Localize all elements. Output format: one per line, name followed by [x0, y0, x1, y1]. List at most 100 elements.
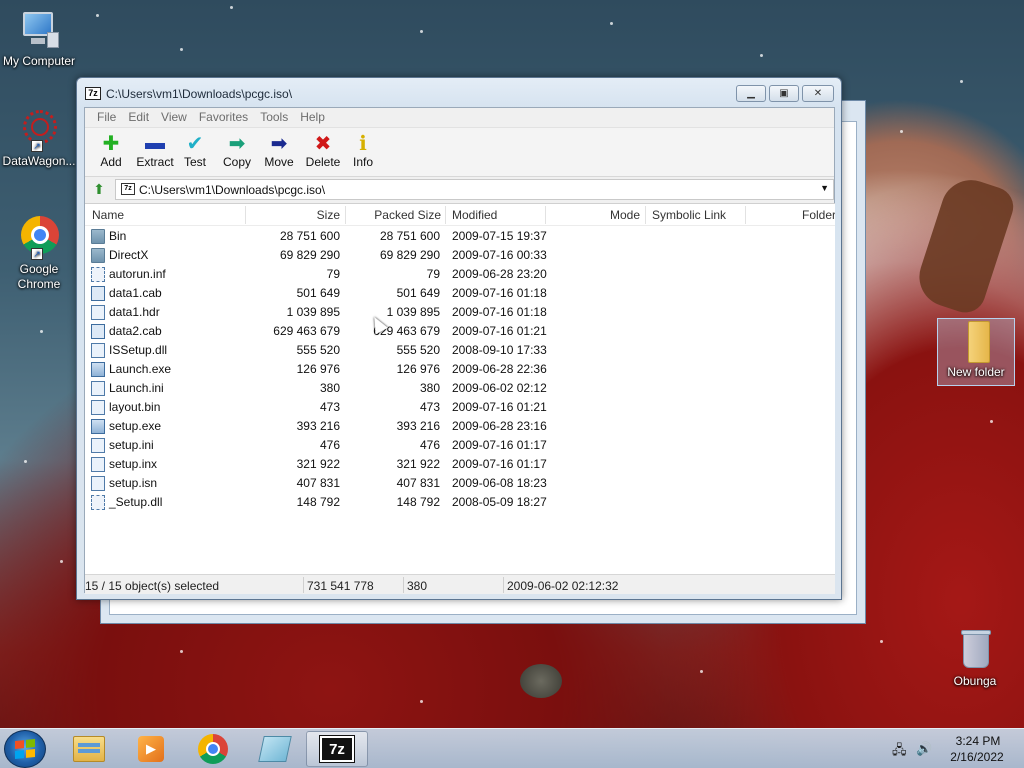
- column-separator[interactable]: [345, 206, 346, 224]
- file-size: 473: [319, 400, 340, 414]
- column-packed-size[interactable]: Packed Size: [355, 208, 441, 222]
- file-packed: 126 976: [396, 362, 440, 376]
- taskbar-explorer-button[interactable]: [58, 731, 120, 767]
- extract-button[interactable]: ▬ Extract: [133, 131, 177, 170]
- taskbar-notepad-button[interactable]: [244, 731, 306, 767]
- menu-help[interactable]: Help: [294, 108, 331, 127]
- menu-favorites[interactable]: Favorites: [193, 108, 254, 127]
- 7zip-window[interactable]: 7z C:\Users\vm1\Downloads\pcgc.iso\ ▁ ▣ …: [76, 77, 842, 600]
- column-separator[interactable]: [245, 206, 246, 224]
- column-separator[interactable]: [745, 206, 746, 224]
- column-separator[interactable]: [545, 206, 546, 224]
- menu-tools[interactable]: Tools: [254, 108, 294, 127]
- archive-icon: 7z: [121, 183, 135, 195]
- column-modified[interactable]: Modified: [452, 208, 497, 222]
- file-icon: [91, 286, 105, 301]
- desktop-icon-new-folder[interactable]: New folder: [937, 318, 1015, 386]
- column-separator[interactable]: [445, 206, 446, 224]
- file-size: 1 039 895: [286, 305, 340, 319]
- maximize-button[interactable]: ▣: [769, 85, 799, 102]
- file-row[interactable]: setup.isn 407 831 407 831 2009-06-08 18:23: [85, 474, 835, 493]
- file-row[interactable]: data2.cab 629 463 679 629 463 679 2009-07-1…: [85, 322, 835, 341]
- file-row[interactable]: _Setup.dll 148 792 148 792 2008-05-09 18:27: [85, 493, 835, 512]
- file-row[interactable]: Launch.ini 380 380 2009-06-02 02:12: [85, 379, 835, 398]
- address-field[interactable]: 7z C:\Users\vm1\Downloads\pcgc.iso\ ▼: [115, 179, 834, 200]
- file-packed: 1 039 895: [386, 305, 440, 319]
- file-row[interactable]: setup.ini 476 476 2009-07-16 01:17: [85, 436, 835, 455]
- file-row[interactable]: data1.cab 501 649 501 649 2009-07-16 01:18: [85, 284, 835, 303]
- file-size: 126 976: [296, 362, 340, 376]
- column-symbolic-link[interactable]: Symbolic Link: [652, 208, 726, 222]
- file-icon: [91, 305, 105, 320]
- menu-edit[interactable]: Edit: [122, 108, 155, 127]
- snowflake: [230, 6, 233, 9]
- folder-icon: [91, 248, 105, 263]
- menu-view[interactable]: View: [155, 108, 193, 127]
- column-mode[interactable]: Mode: [600, 208, 640, 222]
- column-name[interactable]: Name: [92, 208, 124, 222]
- file-name: layout.bin: [109, 400, 161, 414]
- address-text: C:\Users\vm1\Downloads\pcgc.iso\: [139, 183, 326, 197]
- file-size: 79: [326, 267, 340, 281]
- snowflake: [900, 130, 903, 133]
- taskbar-7zip-button[interactable]: 7z: [306, 731, 368, 767]
- file-row[interactable]: setup.inx 321 922 321 922 2009-07-16 01:17: [85, 455, 835, 474]
- test-button[interactable]: ✔ Test: [175, 131, 215, 170]
- start-button[interactable]: [4, 730, 46, 768]
- desktop-icon-datawagon[interactable]: ↗ DataWagon...: [0, 108, 78, 169]
- column-separator[interactable]: [645, 206, 646, 224]
- maximize-icon: ▣: [779, 88, 789, 99]
- file-name: setup.exe: [109, 419, 162, 433]
- copy-button[interactable]: ➡ Copy: [217, 131, 257, 170]
- desktop-icon-google-chrome[interactable]: ↗ Google Chrome: [0, 216, 78, 292]
- desktop-icon-my-computer[interactable]: My Computer: [0, 8, 78, 69]
- network-icon[interactable]: 🖧: [892, 741, 907, 763]
- minimize-button[interactable]: ▁: [736, 85, 766, 102]
- status-focused-size: 380: [407, 579, 428, 593]
- clock-time[interactable]: 3:24 PM: [948, 734, 1008, 748]
- file-size: 476: [319, 438, 340, 452]
- file-row[interactable]: Bin 28 751 600 28 751 600 2009-07-15 19:37: [85, 227, 835, 246]
- file-name: setup.ini: [109, 438, 154, 452]
- file-row[interactable]: ISSetup.dll 555 520 555 520 2008-09-10 17:3…: [85, 341, 835, 360]
- snowflake: [96, 14, 99, 17]
- file-row[interactable]: DirectX 69 829 290 69 829 290 2009-07-16 00…: [85, 246, 835, 265]
- file-row[interactable]: data1.hdr 1 039 895 1 039 895 2009-07-16 01…: [85, 303, 835, 322]
- title-bar[interactable]: 7z C:\Users\vm1\Downloads\pcgc.iso\ ▁ ▣ …: [77, 78, 841, 108]
- file-packed: 321 922: [396, 457, 440, 471]
- folder-icon: [73, 736, 105, 762]
- notepad-icon: [258, 736, 292, 762]
- add-button[interactable]: ✚ Add: [91, 131, 131, 170]
- windows-logo-icon: [15, 738, 35, 760]
- file-list-header: Name Size Packed Size Modified Mode Symb…: [85, 204, 835, 226]
- status-focused-modified: 2009-06-02 02:12:32: [507, 579, 619, 593]
- file-row[interactable]: setup.exe 393 216 393 216 2009-06-28 23:16: [85, 417, 835, 436]
- file-row[interactable]: autorun.inf 79 79 2009-06-28 23:20: [85, 265, 835, 284]
- info-button[interactable]: ℹ Info: [343, 131, 383, 170]
- close-button[interactable]: ✕: [802, 85, 834, 102]
- file-list[interactable]: Name Size Packed Size Modified Mode Symb…: [85, 203, 835, 574]
- taskbar-chrome-button[interactable]: [182, 731, 244, 767]
- file-row[interactable]: layout.bin 473 473 2009-07-16 01:21: [85, 398, 835, 417]
- file-modified: 2009-07-16 00:33: [452, 248, 547, 262]
- window-title: C:\Users\vm1\Downloads\pcgc.iso\: [106, 87, 293, 101]
- desktop-icon-obunga[interactable]: Obunga: [936, 628, 1014, 689]
- move-button[interactable]: ➡ Move: [259, 131, 299, 170]
- file-row[interactable]: Launch.exe 126 976 126 976 2009-06-28 22:36: [85, 360, 835, 379]
- address-dropdown-icon[interactable]: ▼: [820, 183, 829, 193]
- file-modified: 2009-06-02 02:12: [452, 381, 547, 395]
- file-modified: 2009-07-16 01:18: [452, 305, 547, 319]
- volume-icon[interactable]: 🔊: [916, 741, 932, 757]
- column-size[interactable]: Size: [300, 208, 340, 222]
- extract-button-label: Extract: [136, 155, 174, 169]
- taskbar-media-player-button[interactable]: ▶: [120, 731, 182, 767]
- clock-date[interactable]: 2/16/2022: [940, 750, 1014, 764]
- move-arrow-icon: ➡: [270, 132, 288, 155]
- column-folder[interactable]: Folder: [802, 208, 835, 222]
- file-name: DirectX: [109, 248, 149, 262]
- menu-file[interactable]: File: [91, 108, 122, 127]
- up-folder-button[interactable]: ⬆: [89, 180, 109, 199]
- snowflake: [760, 54, 763, 57]
- delete-button[interactable]: ✖ Delete: [301, 131, 345, 170]
- file-modified: 2009-06-28 22:36: [452, 362, 547, 376]
